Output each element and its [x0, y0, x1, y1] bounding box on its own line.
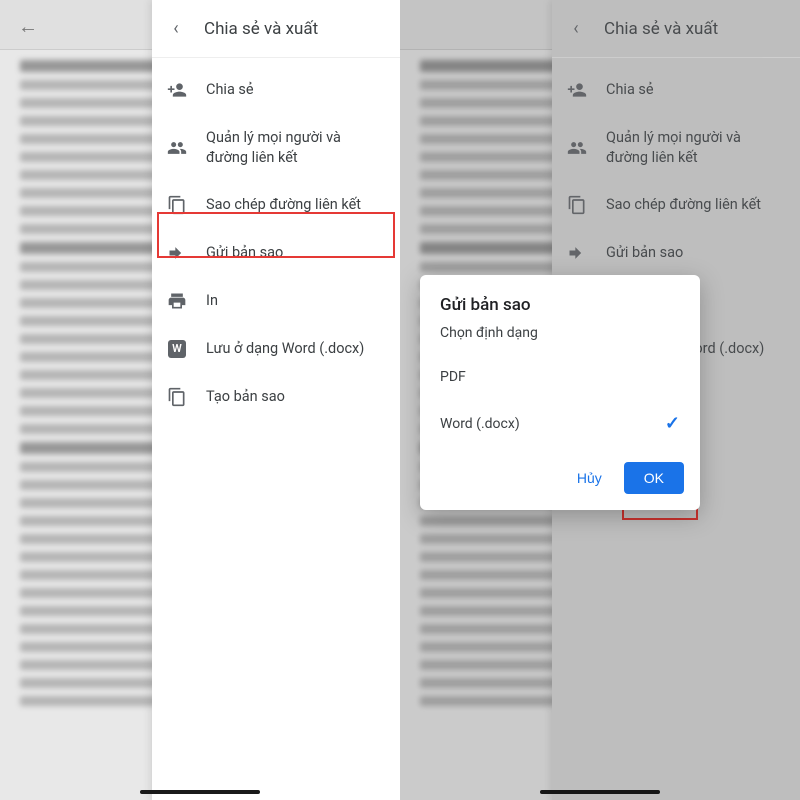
- menu-item-make-copy[interactable]: Tạo bản sao: [152, 373, 400, 421]
- sheet-header: ‹ Chia sẻ và xuất: [552, 0, 800, 58]
- people-icon: [166, 138, 188, 158]
- menu-item-label: Lưu ở dạng Word (.docx): [206, 339, 386, 359]
- sheet-back-icon[interactable]: ‹: [166, 18, 186, 39]
- format-option-pdf[interactable]: PDF: [420, 355, 700, 399]
- menu-item-send-copy[interactable]: Gửi bản sao: [552, 229, 800, 277]
- menu-item-share[interactable]: Chia sẻ: [552, 66, 800, 114]
- send-copy-icon: [566, 243, 588, 263]
- menu-item-manage-people[interactable]: Quản lý mọi người và đường liên kết: [552, 114, 800, 181]
- menu-item-label: Quản lý mọi người và đường liên kết: [606, 128, 786, 167]
- menu-item-send-copy[interactable]: Gửi bản sao: [152, 229, 400, 277]
- menu-item-label: Chia sẻ: [206, 80, 386, 100]
- menu-item-manage-people[interactable]: Quản lý mọi người và đường liên kết: [152, 114, 400, 181]
- menu-item-copy-link[interactable]: Sao chép đường liên kết: [552, 181, 800, 229]
- menu-item-label: In: [206, 291, 386, 311]
- menu-item-label: Gửi bản sao: [206, 243, 386, 263]
- sheet-title: Chia sẻ và xuất: [604, 19, 718, 39]
- menu-item-label: Gửi bản sao: [606, 243, 786, 263]
- phone-screenshot-left: ← ‹ Chia sẻ và xuất Chia sẻ Quản lý mọi …: [0, 0, 400, 800]
- option-label: Word (.docx): [440, 416, 520, 432]
- check-icon: ✓: [665, 413, 680, 434]
- cancel-button[interactable]: Hủy: [569, 462, 610, 494]
- person-add-icon: [566, 80, 588, 100]
- home-indicator[interactable]: [140, 790, 260, 794]
- menu-item-label: Sao chép đường liên kết: [206, 195, 386, 215]
- menu-item-label: Sao chép đường liên kết: [606, 195, 786, 215]
- print-icon: [166, 291, 188, 311]
- format-option-word[interactable]: Word (.docx) ✓: [420, 399, 700, 448]
- menu-item-share[interactable]: Chia sẻ: [152, 66, 400, 114]
- send-copy-icon: [166, 243, 188, 263]
- menu-item-copy-link[interactable]: Sao chép đường liên kết: [152, 181, 400, 229]
- menu-item-print[interactable]: In: [152, 277, 400, 325]
- back-icon[interactable]: ←: [18, 14, 38, 39]
- ok-button[interactable]: OK: [624, 462, 684, 494]
- copy-link-icon: [166, 195, 188, 215]
- home-indicator[interactable]: [540, 790, 660, 794]
- menu-item-label: Tạo bản sao: [206, 387, 386, 407]
- send-copy-dialog: Gửi bản sao Chọn định dạng PDF Word (.do…: [420, 275, 700, 510]
- menu-item-label: Quản lý mọi người và đường liên kết: [206, 128, 386, 167]
- dialog-title: Gửi bản sao: [420, 295, 700, 325]
- people-icon: [566, 138, 588, 158]
- option-label: PDF: [440, 369, 466, 385]
- sheet-header: ‹ Chia sẻ và xuất: [152, 0, 400, 58]
- sheet-title: Chia sẻ và xuất: [204, 19, 318, 39]
- dialog-subtitle: Chọn định dạng: [420, 325, 700, 355]
- person-add-icon: [166, 80, 188, 100]
- share-export-sheet: ‹ Chia sẻ và xuất Chia sẻ Quản lý mọi ng…: [152, 0, 400, 800]
- word-icon: W: [166, 340, 188, 358]
- make-copy-icon: [166, 387, 188, 407]
- menu-item-label: Chia sẻ: [606, 80, 786, 100]
- sheet-back-icon[interactable]: ‹: [566, 18, 586, 39]
- phone-screenshot-right: ‹ Chia sẻ và xuất Chia sẻ Quản lý mọi ng…: [400, 0, 800, 800]
- copy-link-icon: [566, 195, 588, 215]
- menu-item-save-word[interactable]: W Lưu ở dạng Word (.docx): [152, 325, 400, 373]
